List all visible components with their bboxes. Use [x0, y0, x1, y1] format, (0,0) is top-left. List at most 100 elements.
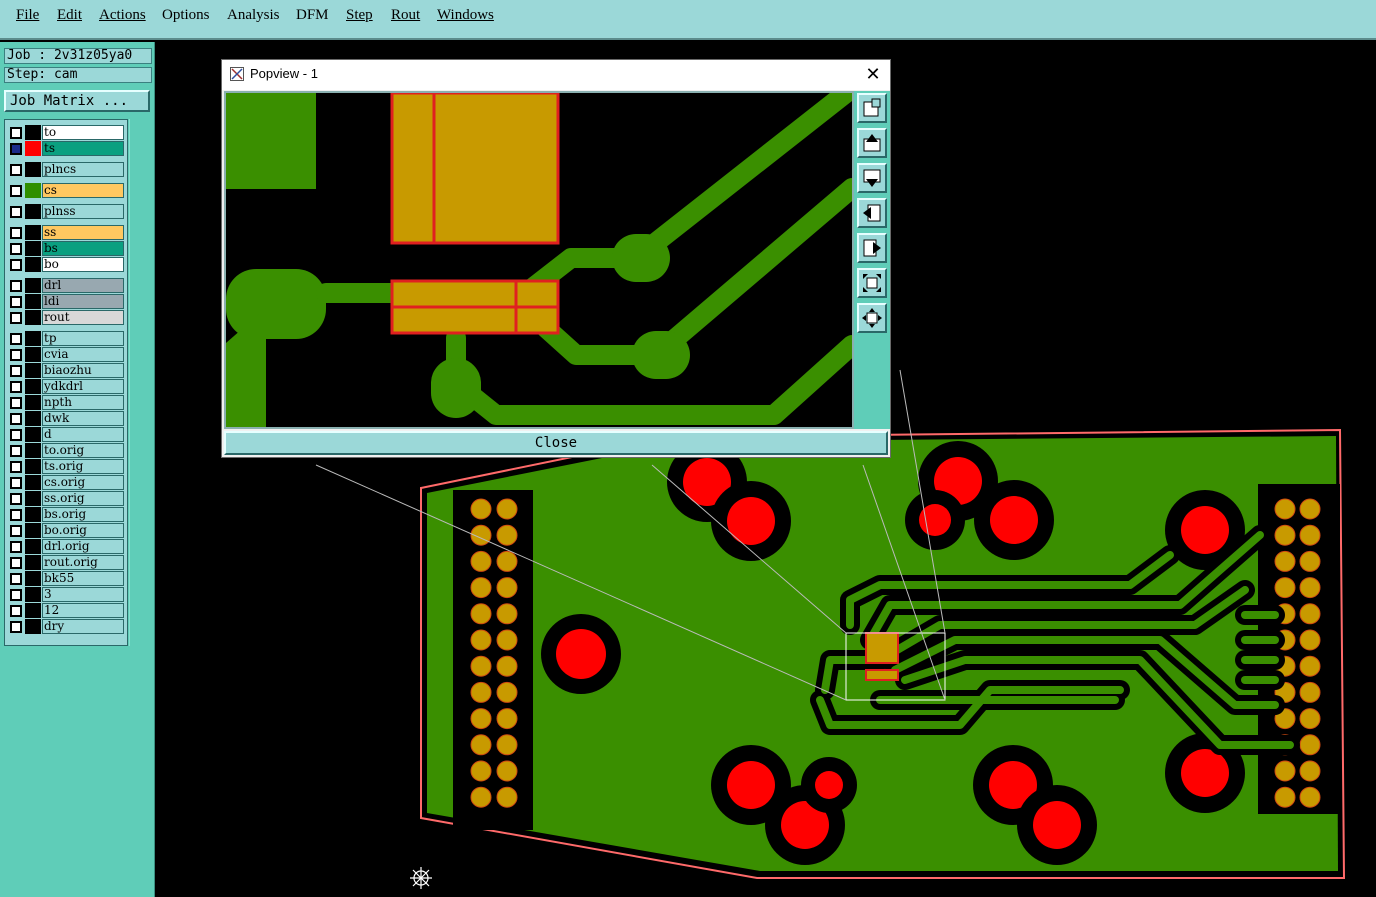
layer-row[interactable]: 12	[7, 603, 127, 618]
layer-row[interactable]: bs.orig	[7, 507, 127, 522]
layer-list-scrollbar[interactable]	[129, 119, 154, 646]
layer-checkbox[interactable]	[10, 365, 22, 377]
menu-edit[interactable]: Edit	[57, 7, 82, 24]
layer-name[interactable]: ts	[42, 141, 124, 156]
menu-rout[interactable]: Rout	[391, 7, 420, 24]
menu-file[interactable]: File	[16, 7, 39, 24]
layer-name[interactable]: bk55	[42, 571, 124, 586]
layer-checkbox[interactable]	[10, 413, 22, 425]
layer-color-swatch[interactable]	[25, 294, 41, 309]
popview-canvas[interactable]	[224, 91, 854, 429]
layer-color-swatch[interactable]	[25, 459, 41, 474]
layer-checkbox[interactable]	[10, 461, 22, 473]
layer-checkbox[interactable]	[10, 557, 22, 569]
layer-color-swatch[interactable]	[25, 379, 41, 394]
pan-right-button[interactable]	[857, 233, 887, 263]
layer-name[interactable]: cvia	[42, 347, 124, 362]
layer-color-swatch[interactable]	[25, 475, 41, 490]
layer-checkbox[interactable]	[10, 143, 22, 155]
layer-row[interactable]: ts.orig	[7, 459, 127, 474]
layer-color-swatch[interactable]	[25, 363, 41, 378]
layer-checkbox[interactable]	[10, 429, 22, 441]
layer-row[interactable]: to	[7, 125, 127, 140]
layer-row[interactable]: npth	[7, 395, 127, 410]
popview-titlebar[interactable]: Popview - 1 ✕	[222, 60, 890, 90]
layer-checkbox[interactable]	[10, 541, 22, 553]
layer-name[interactable]: rout	[42, 310, 124, 325]
menu-options[interactable]: Options	[162, 7, 210, 24]
layer-color-swatch[interactable]	[25, 141, 41, 156]
layer-color-swatch[interactable]	[25, 443, 41, 458]
layer-color-swatch[interactable]	[25, 204, 41, 219]
layer-row[interactable]: cs.orig	[7, 475, 127, 490]
layer-checkbox[interactable]	[10, 509, 22, 521]
layer-name[interactable]: rout.orig	[42, 555, 124, 570]
layer-checkbox[interactable]	[10, 525, 22, 537]
layer-checkbox[interactable]	[10, 259, 22, 271]
layer-row[interactable]: drl.orig	[7, 539, 127, 554]
layer-color-swatch[interactable]	[25, 310, 41, 325]
layer-row[interactable]: ss	[7, 225, 127, 240]
layer-row[interactable]: bo	[7, 257, 127, 272]
layer-checkbox[interactable]	[10, 493, 22, 505]
zoom-fit-button[interactable]	[857, 93, 887, 123]
layer-row[interactable]: dry	[7, 619, 127, 634]
layer-row[interactable]: to.orig	[7, 443, 127, 458]
layer-checkbox[interactable]	[10, 296, 22, 308]
close-icon[interactable]: ✕	[862, 64, 884, 86]
layer-color-swatch[interactable]	[25, 555, 41, 570]
layer-name[interactable]: bo.orig	[42, 523, 124, 538]
layer-name[interactable]: biaozhu	[42, 363, 124, 378]
layer-color-swatch[interactable]	[25, 125, 41, 140]
layer-name[interactable]: 12	[42, 603, 124, 618]
menu-analysis[interactable]: Analysis	[227, 7, 280, 24]
layer-row[interactable]: bs	[7, 241, 127, 256]
layer-checkbox[interactable]	[10, 333, 22, 345]
zoom-out-button[interactable]	[857, 268, 887, 298]
layer-checkbox[interactable]	[10, 349, 22, 361]
layer-checkbox[interactable]	[10, 477, 22, 489]
layer-checkbox[interactable]	[10, 621, 22, 633]
layer-color-swatch[interactable]	[25, 241, 41, 256]
layer-row[interactable]: ss.orig	[7, 491, 127, 506]
menu-actions[interactable]: Actions	[99, 7, 146, 24]
pan-left-button[interactable]	[857, 198, 887, 228]
layer-row[interactable]: cvia	[7, 347, 127, 362]
menu-step[interactable]: Step	[346, 7, 373, 24]
layer-name[interactable]: d	[42, 427, 124, 442]
layer-row[interactable]: ts	[7, 141, 127, 156]
layer-color-swatch[interactable]	[25, 539, 41, 554]
layer-name[interactable]: to	[42, 125, 124, 140]
layer-color-swatch[interactable]	[25, 395, 41, 410]
layer-color-swatch[interactable]	[25, 411, 41, 426]
close-button[interactable]: Close	[224, 431, 888, 455]
layer-color-swatch[interactable]	[25, 331, 41, 346]
layer-color-swatch[interactable]	[25, 571, 41, 586]
layer-color-swatch[interactable]	[25, 347, 41, 362]
layer-row[interactable]: ydkdrl	[7, 379, 127, 394]
layer-row[interactable]: rout	[7, 310, 127, 325]
menu-dfm[interactable]: DFM	[296, 7, 329, 24]
layer-name[interactable]: npth	[42, 395, 124, 410]
layer-row[interactable]: d	[7, 427, 127, 442]
layer-color-swatch[interactable]	[25, 225, 41, 240]
layer-color-swatch[interactable]	[25, 427, 41, 442]
layer-name[interactable]: drl.orig	[42, 539, 124, 554]
layer-name[interactable]: 3	[42, 587, 124, 602]
layer-name[interactable]: ydkdrl	[42, 379, 124, 394]
layer-checkbox[interactable]	[10, 573, 22, 585]
layer-row[interactable]: ldi	[7, 294, 127, 309]
layer-name[interactable]: bo	[42, 257, 124, 272]
layer-color-swatch[interactable]	[25, 278, 41, 293]
layer-row[interactable]: plnss	[7, 204, 127, 219]
zoom-in-button[interactable]	[857, 303, 887, 333]
layer-color-swatch[interactable]	[25, 523, 41, 538]
layer-checkbox[interactable]	[10, 227, 22, 239]
layer-name[interactable]: plncs	[42, 162, 124, 177]
layer-name[interactable]: plnss	[42, 204, 124, 219]
job-matrix-button[interactable]: Job Matrix ...	[4, 90, 150, 112]
layer-checkbox[interactable]	[10, 312, 22, 324]
layer-color-swatch[interactable]	[25, 183, 41, 198]
layer-row[interactable]: 3	[7, 587, 127, 602]
layer-checkbox[interactable]	[10, 127, 22, 139]
